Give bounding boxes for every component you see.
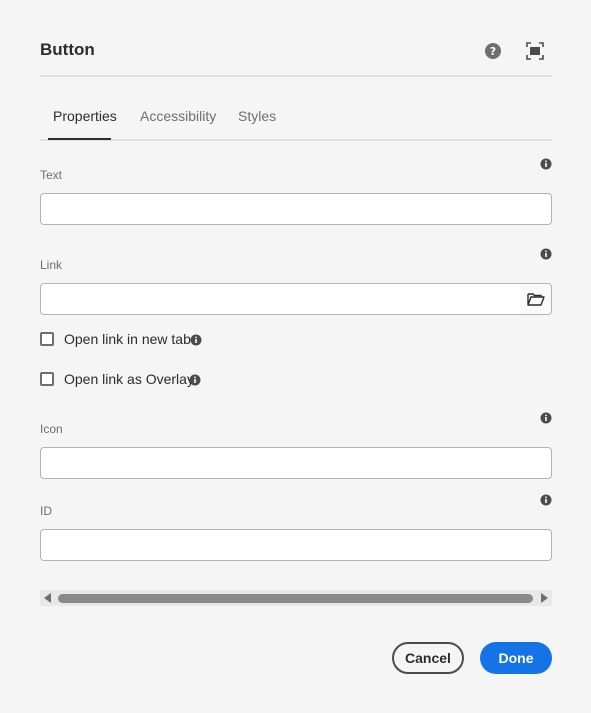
help-icon[interactable]: ? [483, 41, 503, 61]
id-input[interactable] [40, 529, 552, 561]
browse-button[interactable] [520, 283, 552, 315]
folder-open-icon [526, 293, 545, 306]
tab-properties[interactable]: Properties [53, 108, 117, 124]
info-icon[interactable] [190, 333, 202, 346]
tab-accessibility[interactable]: Accessibility [140, 108, 216, 124]
tabs-divider [40, 139, 552, 141]
scrollbar-thumb[interactable] [58, 594, 533, 603]
text-input[interactable] [40, 193, 552, 225]
dialog-title: Button [40, 40, 95, 59]
header-divider [40, 75, 552, 77]
link-field-label: Link [40, 258, 63, 272]
info-icon[interactable] [540, 157, 552, 170]
link-input[interactable] [40, 283, 521, 315]
info-icon[interactable] [540, 493, 552, 506]
text-field-label: Text [40, 168, 63, 182]
open-new-tab-checkbox[interactable] [40, 332, 54, 346]
open-overlay-checkbox[interactable] [40, 372, 54, 386]
cancel-button[interactable]: Cancel [392, 642, 464, 674]
svg-text:?: ? [490, 45, 496, 58]
done-button[interactable]: Done [480, 642, 552, 674]
info-icon[interactable] [540, 411, 552, 424]
icon-field-label: Icon [40, 422, 63, 436]
scroll-left-arrow-icon[interactable] [44, 593, 51, 603]
open-overlay-label: Open link as Overlay [64, 371, 194, 387]
icon-input[interactable] [40, 447, 552, 479]
scroll-right-arrow-icon[interactable] [541, 593, 548, 603]
active-tab-indicator [48, 138, 111, 140]
info-icon[interactable] [540, 247, 552, 260]
tab-styles[interactable]: Styles [238, 108, 276, 124]
info-icon[interactable] [189, 373, 201, 386]
fullscreen-icon[interactable] [525, 41, 545, 61]
id-field-label: ID [40, 504, 52, 518]
open-new-tab-label: Open link in new tab [64, 331, 191, 347]
